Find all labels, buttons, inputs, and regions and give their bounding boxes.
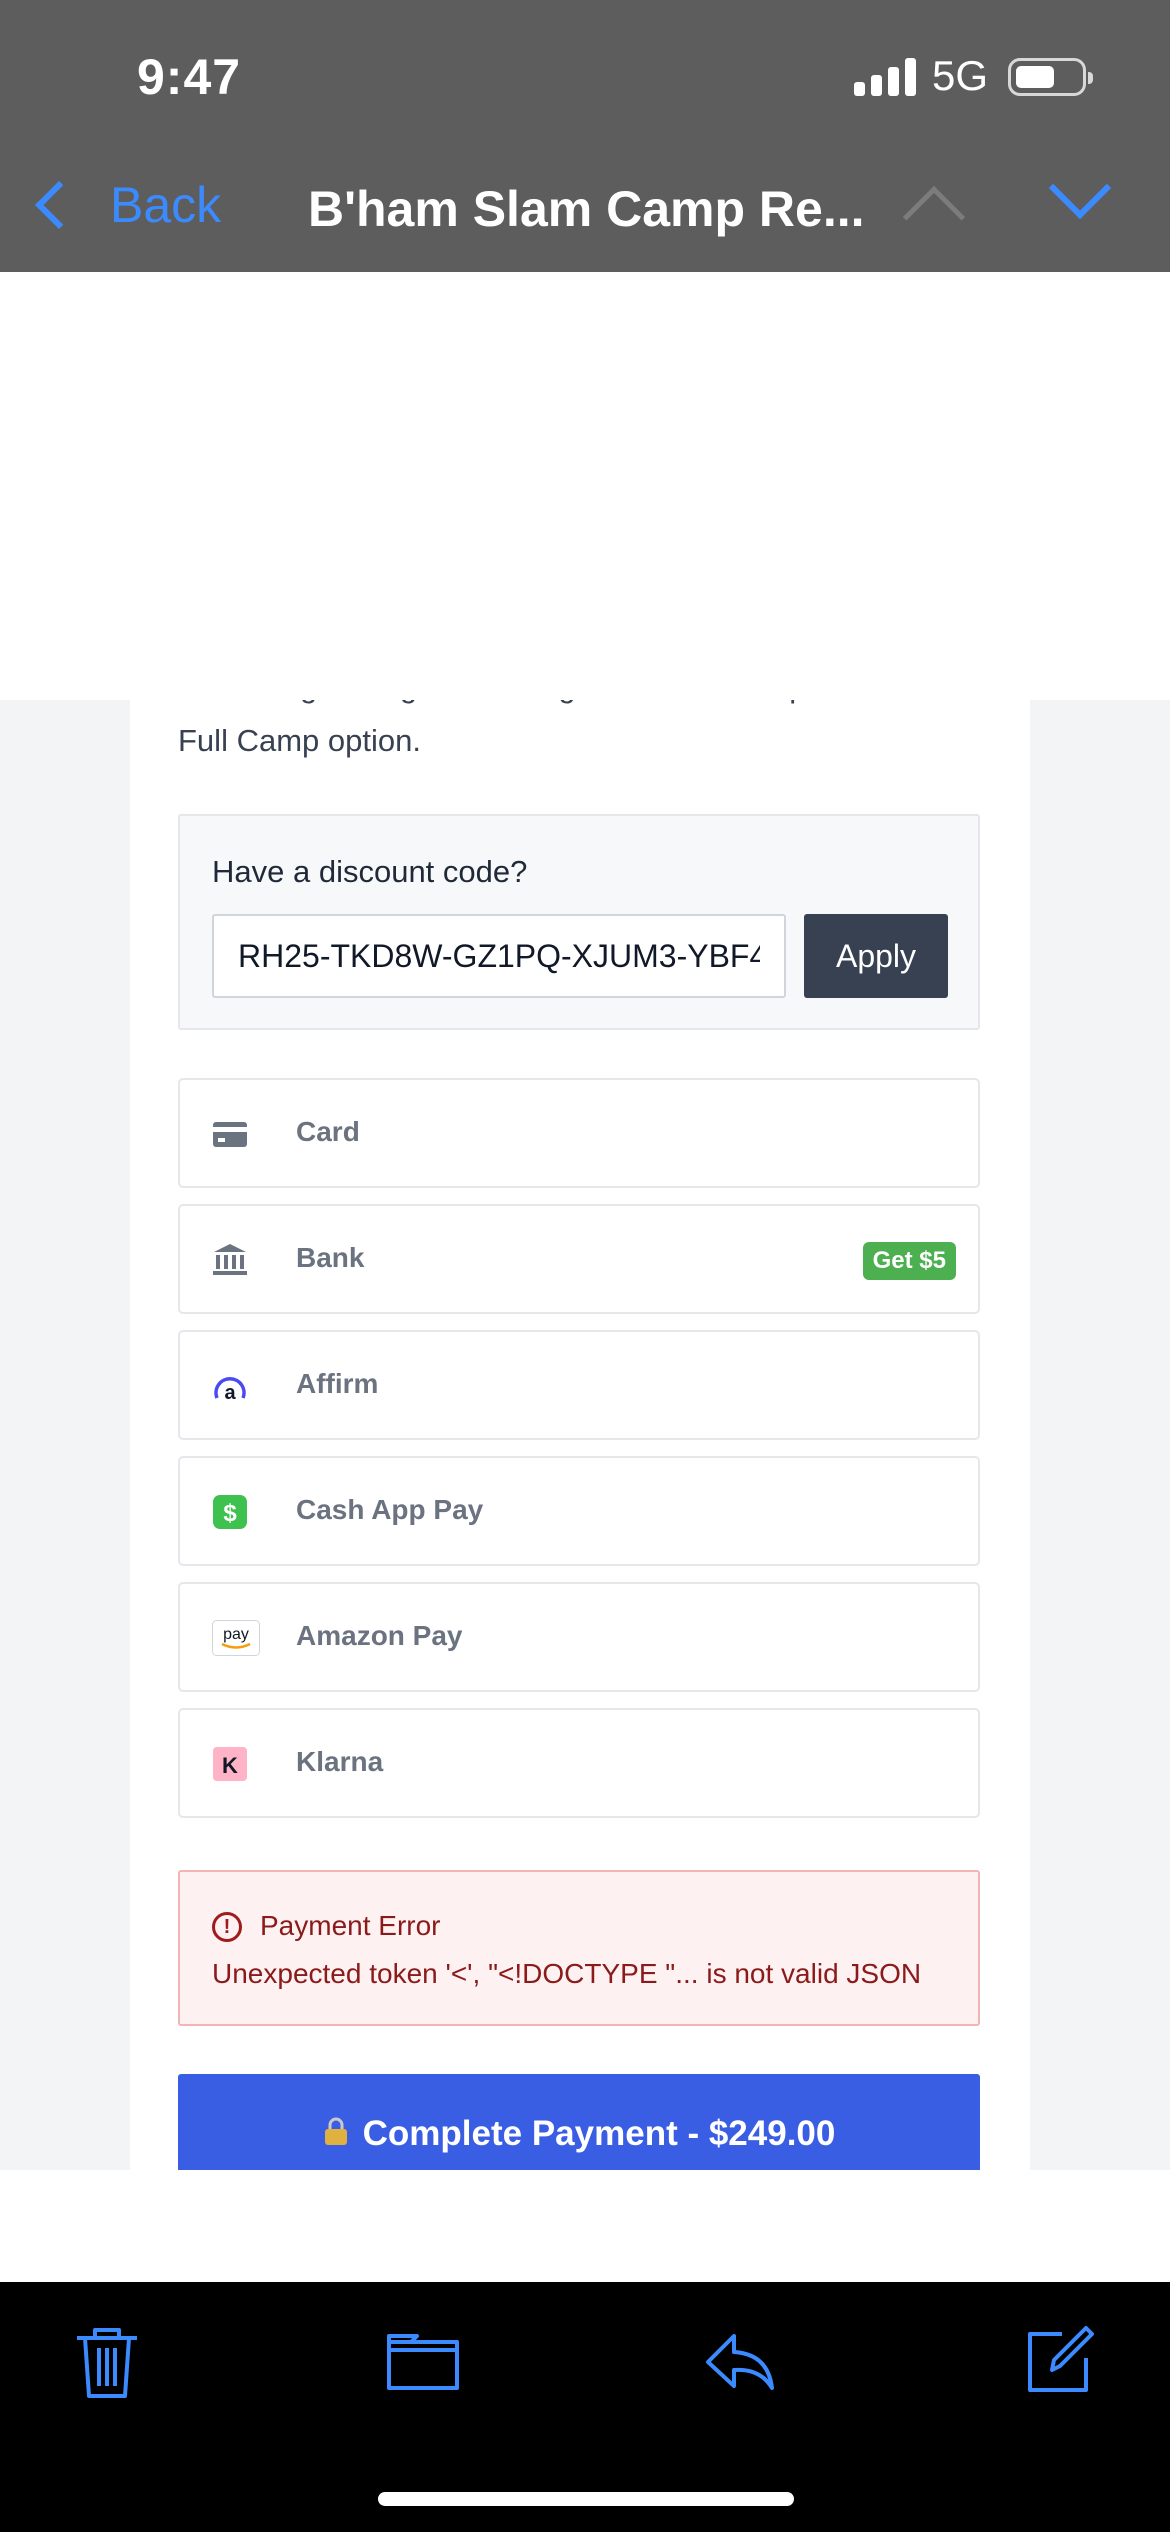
payment-error-box: ! Payment Error Unexpected token '<', "<… xyxy=(178,1870,980,2026)
payment-method-label: Affirm xyxy=(296,1368,379,1399)
bank-icon xyxy=(213,1244,247,1275)
apply-button[interactable]: Apply xyxy=(804,914,948,998)
email-content[interactable]: You're registering for Birmingham Slam C… xyxy=(0,700,1170,2170)
payment-method-cash-app[interactable]: $ Cash App Pay xyxy=(178,1456,980,1566)
amazon-pay-icon: pay xyxy=(212,1620,260,1656)
klarna-icon: K xyxy=(213,1747,247,1781)
signal-icon xyxy=(854,58,916,96)
svg-text:K: K xyxy=(222,1753,238,1778)
payment-method-label: Card xyxy=(296,1116,360,1147)
back-button[interactable]: Back xyxy=(28,176,221,234)
compose-icon[interactable] xyxy=(1018,2322,1098,2402)
cash-app-icon: $ xyxy=(213,1495,247,1529)
discount-label: Have a discount code? xyxy=(212,854,528,889)
svg-text:pay: pay xyxy=(223,1626,249,1643)
home-indicator[interactable] xyxy=(378,2492,794,2506)
reply-icon[interactable] xyxy=(700,2322,780,2402)
svg-text:$: $ xyxy=(223,1500,237,1527)
error-icon: ! xyxy=(212,1912,242,1942)
payment-method-label: Amazon Pay xyxy=(296,1620,463,1651)
next-message-chevron-down-icon[interactable] xyxy=(1048,156,1112,220)
error-message: Unexpected token '<', "<!DOCTYPE "... is… xyxy=(212,1958,922,1989)
card-icon xyxy=(213,1122,247,1147)
affirm-icon: a xyxy=(214,1377,246,1404)
battery-icon xyxy=(1008,58,1093,96)
complete-payment-label: Complete Payment - $249.00 xyxy=(362,2114,836,2153)
blank-area-bottom xyxy=(0,2170,1170,2282)
payment-method-label: Bank xyxy=(296,1242,365,1273)
discount-section: Have a discount code? Apply xyxy=(178,814,980,1030)
payment-method-card[interactable]: Card xyxy=(178,1078,980,1188)
top-bar: 9:47 5G Back B'ham Slam Camp Re... xyxy=(0,0,1170,272)
payment-method-affirm[interactable]: a Affirm xyxy=(178,1330,980,1440)
folder-icon[interactable] xyxy=(383,2322,463,2402)
lock-icon xyxy=(324,2117,347,2145)
previous-message-chevron-up-icon[interactable] xyxy=(902,185,966,249)
promo-badge: Get $5 xyxy=(862,1242,956,1280)
payment-method-klarna[interactable]: K Klarna xyxy=(178,1708,980,1818)
error-title: Payment Error xyxy=(260,1910,441,1941)
back-label: Back xyxy=(110,177,222,233)
network-type: 5G xyxy=(932,52,989,99)
payment-method-label: Cash App Pay xyxy=(296,1494,484,1525)
blank-area xyxy=(0,272,1170,700)
trash-icon[interactable] xyxy=(67,2322,147,2402)
chevron-left-icon xyxy=(34,180,84,230)
svg-text:a: a xyxy=(224,1382,236,1404)
registration-intro: You're registering for Birmingham Slam C… xyxy=(178,700,922,758)
page-title: B'ham Slam Camp Re... xyxy=(308,181,865,237)
payment-method-bank[interactable]: Bank Get $5 xyxy=(178,1204,980,1314)
payment-method-label: Klarna xyxy=(296,1746,384,1777)
discount-code-input[interactable] xyxy=(212,914,786,998)
payment-method-amazon-pay[interactable]: pay Amazon Pay xyxy=(178,1582,980,1692)
mail-message-screen: 9:47 5G Back B'ham Slam Camp Re... You'r… xyxy=(0,0,1170,2532)
complete-payment-button[interactable]: Complete Payment - $249.00 xyxy=(178,2074,980,2170)
status-time: 9:47 xyxy=(137,49,242,105)
registration-card: You're registering for Birmingham Slam C… xyxy=(130,700,1030,2170)
